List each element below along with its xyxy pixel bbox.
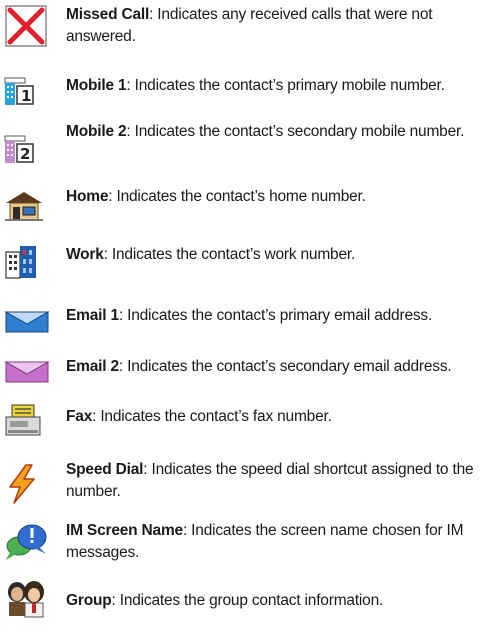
item-text: Speed Dial: Indicates the speed dial sho… <box>66 459 476 503</box>
item-description: : Indicates the group contact informatio… <box>111 592 384 609</box>
item-term: Work <box>66 246 104 263</box>
group-icon <box>4 580 54 626</box>
fax-icon <box>4 404 54 450</box>
mobile-1-icon: 1 <box>4 77 54 123</box>
item-description: : Indicates the contact’s work number. <box>103 246 356 263</box>
item-text: Work: Indicates the contact’s work numbe… <box>66 244 476 266</box>
item-term: Mobile 1 <box>66 77 127 94</box>
item-description: : Indicates the contact’s primary mobile… <box>126 77 445 94</box>
item-text: Email 2: Indicates the contact’s seconda… <box>66 356 476 378</box>
item-term: Home <box>66 188 109 205</box>
item-text: Mobile 2: Indicates the contact’s second… <box>66 121 476 143</box>
item-description: : Indicates the contact’s primary email … <box>118 307 433 324</box>
item-term: IM Screen Name <box>66 522 183 539</box>
item-text: Home: Indicates the contact’s home numbe… <box>66 186 476 208</box>
item-term: Email 2 <box>66 358 119 375</box>
item-text: Missed Call: Indicates any received call… <box>66 4 476 48</box>
item-text: Group: Indicates the group contact infor… <box>66 590 476 612</box>
mobile-2-icon-label: 2 <box>20 145 30 163</box>
item-description: : Indicates the contact’s fax number. <box>92 408 332 425</box>
item-term: Group <box>66 592 112 609</box>
item-text: Email 1: Indicates the contact’s primary… <box>66 305 476 327</box>
item-text: Mobile 1: Indicates the contact’s primar… <box>66 75 476 97</box>
speed-dial-icon <box>4 463 54 509</box>
email-2-icon <box>4 360 54 406</box>
item-term: Speed Dial <box>66 461 144 478</box>
item-text: IM Screen Name: Indicates the screen nam… <box>66 520 476 564</box>
mobile-1-icon-label: 1 <box>21 87 31 105</box>
item-description: : Indicates the contact’s secondary emai… <box>118 358 452 375</box>
email-1-icon <box>4 310 54 356</box>
item-description: : Indicates the contact’s secondary mobi… <box>126 123 465 140</box>
home-icon <box>4 190 54 236</box>
item-text: Fax: Indicates the contact’s fax number. <box>66 406 476 428</box>
item-term: Fax <box>66 408 93 425</box>
mobile-2-icon: 2 <box>4 135 54 181</box>
missed-call-icon <box>4 4 54 50</box>
work-icon <box>4 244 54 290</box>
item-description: : Indicates the contact’s home number. <box>108 188 366 205</box>
im-screen-name-icon <box>4 522 54 568</box>
item-term: Missed Call <box>66 6 150 23</box>
item-term: Email 1 <box>66 307 119 324</box>
item-term: Mobile 2 <box>66 123 127 140</box>
